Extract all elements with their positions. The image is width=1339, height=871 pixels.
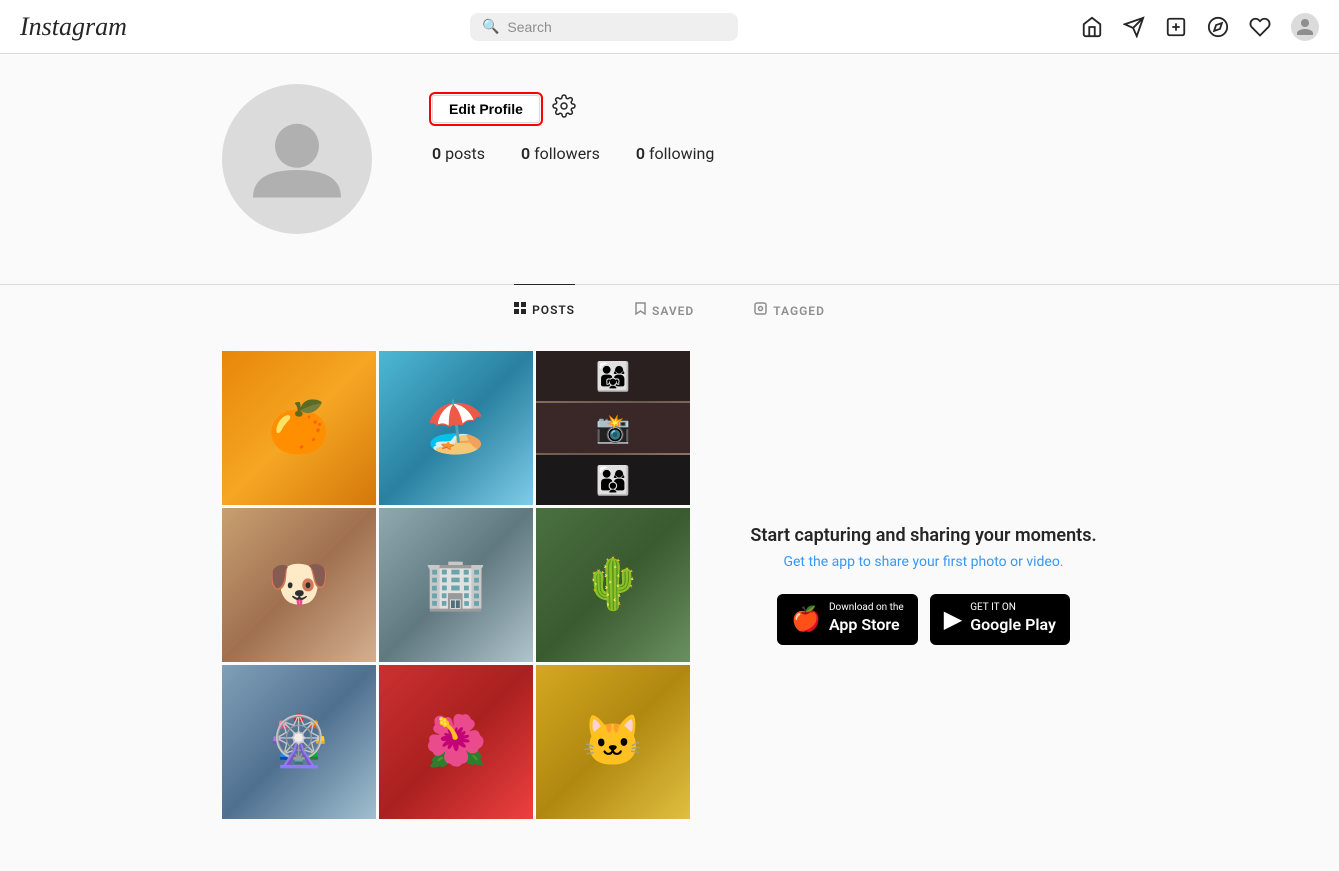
- following-stat[interactable]: 0 following: [636, 144, 714, 163]
- add-post-icon[interactable]: [1165, 16, 1187, 38]
- google-play-icon: ▶: [944, 605, 962, 633]
- grid-item-7[interactable]: [222, 665, 376, 819]
- profile-avatar[interactable]: [222, 84, 372, 234]
- grid-item-3[interactable]: 👨‍👩‍👧 📸 👨‍👩‍👦: [536, 351, 690, 505]
- app-store-button[interactable]: 🍎 Download on the App Store: [777, 594, 918, 644]
- google-play-small: GET IT ON: [970, 602, 1056, 614]
- promo-section: Start capturing and sharing your moments…: [730, 351, 1117, 819]
- grid-item-1[interactable]: [222, 351, 376, 505]
- profile-avatar-wrap: [222, 84, 372, 234]
- google-play-button[interactable]: ▶ GET IT ON Google Play: [930, 594, 1070, 644]
- strip-row-3: 👨‍👩‍👦: [536, 455, 690, 505]
- tab-posts[interactable]: POSTS: [514, 284, 575, 335]
- grid-item-8[interactable]: [379, 665, 533, 819]
- search-container: 🔍: [470, 13, 738, 41]
- apple-icon: 🍎: [791, 605, 821, 633]
- user-avatar[interactable]: [1291, 13, 1319, 41]
- header: Instagram 🔍: [0, 0, 1339, 54]
- main-content: 👨‍👩‍👧 📸 👨‍👩‍👦 Start capturing and sharin…: [202, 335, 1137, 835]
- app-store-small: Download on the: [829, 602, 904, 614]
- tab-tagged[interactable]: TAGGED: [754, 285, 825, 335]
- search-box: 🔍: [470, 13, 738, 41]
- photo-grid: 👨‍👩‍👧 📸 👨‍👩‍👦: [222, 351, 690, 819]
- followers-label: followers: [534, 144, 600, 163]
- grid-item-9[interactable]: [536, 665, 690, 819]
- tag-icon: [754, 302, 767, 319]
- tab-saved[interactable]: SAVED: [635, 285, 694, 335]
- app-store-text: Download on the App Store: [829, 602, 904, 636]
- promo-title: Start capturing and sharing your moments…: [750, 525, 1096, 546]
- google-play-large: Google Play: [970, 614, 1056, 636]
- instagram-logo[interactable]: Instagram: [20, 12, 127, 42]
- google-play-text: GET IT ON Google Play: [970, 602, 1056, 636]
- search-input[interactable]: [507, 19, 726, 35]
- profile-stats: 0 posts 0 followers 0 following: [432, 144, 1117, 163]
- grid-icon: [514, 302, 526, 318]
- tab-saved-label: SAVED: [652, 304, 694, 318]
- posts-count: 0: [432, 144, 441, 163]
- grid-item-5[interactable]: [379, 508, 533, 662]
- tab-posts-label: POSTS: [532, 303, 575, 317]
- followers-count: 0: [521, 144, 530, 163]
- posts-stat[interactable]: 0 posts: [432, 144, 485, 163]
- send-icon[interactable]: [1123, 16, 1145, 38]
- profile-info: Edit Profile 0 posts 0 followers: [432, 84, 1117, 163]
- app-buttons: 🍎 Download on the App Store ▶ GET IT ON …: [777, 594, 1070, 644]
- search-icon: 🔍: [482, 19, 499, 35]
- grid-item-4[interactable]: [222, 508, 376, 662]
- heart-icon[interactable]: [1249, 16, 1271, 38]
- explore-icon[interactable]: [1207, 16, 1229, 38]
- bookmark-icon: [635, 302, 646, 319]
- tabs-container: POSTS SAVED TAGGED: [202, 285, 1137, 335]
- promo-subtitle: Get the app to share your first photo or…: [783, 554, 1063, 570]
- posts-label: posts: [445, 144, 485, 163]
- profile-actions: Edit Profile: [432, 94, 1117, 124]
- home-icon[interactable]: [1081, 16, 1103, 38]
- edit-profile-button[interactable]: Edit Profile: [432, 95, 540, 123]
- following-count: 0: [636, 144, 645, 163]
- settings-icon[interactable]: [552, 94, 576, 124]
- app-store-large: App Store: [829, 614, 904, 636]
- tabs: POSTS SAVED TAGGED: [222, 285, 1117, 335]
- strip-row-2: 📸: [536, 403, 690, 453]
- strip-row-1: 👨‍👩‍👧: [536, 351, 690, 401]
- header-nav: [1081, 13, 1319, 41]
- grid-item-2[interactable]: [379, 351, 533, 505]
- tab-tagged-label: TAGGED: [773, 304, 825, 318]
- profile-section: Edit Profile 0 posts 0 followers: [202, 54, 1137, 254]
- followers-stat[interactable]: 0 followers: [521, 144, 600, 163]
- profile-top: Edit Profile 0 posts 0 followers: [222, 84, 1117, 234]
- following-label: following: [649, 144, 714, 163]
- grid-item-6[interactable]: [536, 508, 690, 662]
